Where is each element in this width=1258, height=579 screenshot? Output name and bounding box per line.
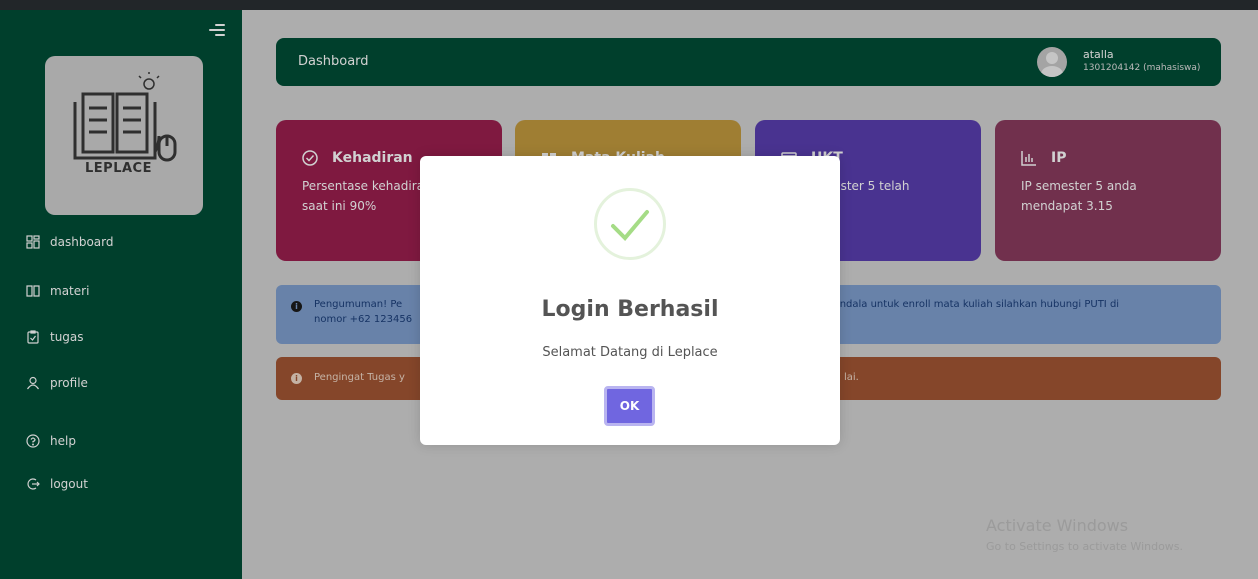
user-name: atalla — [1083, 48, 1114, 61]
ok-button[interactable]: OK — [604, 386, 655, 426]
user-icon — [26, 376, 40, 390]
grid-icon — [26, 235, 40, 249]
alert-text: rkendala untuk enroll mata kuliah silahk… — [824, 299, 1120, 310]
logo: LEPLACE — [45, 56, 203, 215]
header-bar: Dashboard atalla 1301204142 (mahasiswa) — [276, 38, 1221, 86]
windows-watermark-subtitle: Go to Settings to activate Windows. — [986, 540, 1184, 553]
card-title: Kehadiran — [332, 150, 413, 166]
sidebar: LEPLACE dashboard materi tugas profile h… — [0, 10, 242, 579]
logout-icon — [26, 477, 40, 491]
login-success-modal: Login Berhasil Selamat Datang di Leplace… — [420, 156, 840, 445]
user-id: 1301204142 (mahasiswa) — [1083, 63, 1201, 73]
card-desc: IP semester 5 anda mendapat 3.15 — [1021, 179, 1137, 213]
sidebar-item-label: materi — [50, 284, 90, 298]
bar-chart-icon — [1021, 150, 1037, 166]
sidebar-item-tugas[interactable]: tugas — [26, 325, 84, 349]
alert-text: Pengumuman! Pe — [314, 299, 403, 310]
alert-text: Pengingat Tugas y — [314, 372, 405, 383]
clipboard-icon — [26, 330, 40, 344]
card-title: IP — [1051, 150, 1067, 166]
window-top-bar — [0, 0, 1258, 10]
book-logo-icon — [73, 72, 177, 162]
menu-toggle-icon[interactable] — [209, 24, 225, 38]
alert-text: lai. — [844, 372, 859, 383]
check-circle-icon — [302, 150, 318, 166]
sidebar-item-logout[interactable]: logout — [26, 472, 88, 496]
sidebar-item-materi[interactable]: materi — [26, 279, 89, 303]
sidebar-item-label: dashboard — [50, 235, 114, 249]
success-check-icon — [594, 188, 666, 260]
page-title: Dashboard — [298, 54, 369, 69]
sidebar-item-label: tugas — [50, 330, 84, 344]
book-icon — [26, 284, 40, 298]
sidebar-item-profile[interactable]: profile — [26, 371, 88, 395]
sidebar-item-label: profile — [50, 376, 88, 390]
help-icon — [26, 434, 40, 448]
modal-title: Login Berhasil — [541, 297, 719, 322]
sidebar-item-label: logout — [50, 477, 88, 491]
info-icon: i — [291, 373, 302, 384]
info-icon: i — [291, 301, 302, 312]
alert-text: nomor +62 123456 — [314, 314, 413, 325]
card-ip[interactable]: IP IP semester 5 anda mendapat 3.15 — [995, 120, 1221, 261]
windows-watermark-title: Activate Windows — [986, 516, 1129, 535]
logo-text: LEPLACE — [85, 161, 152, 176]
modal-text: Selamat Datang di Leplace — [542, 345, 718, 360]
avatar[interactable] — [1037, 47, 1067, 77]
sidebar-item-label: help — [50, 434, 76, 448]
sidebar-item-dashboard[interactable]: dashboard — [26, 230, 113, 254]
sidebar-item-help[interactable]: help — [26, 429, 76, 453]
